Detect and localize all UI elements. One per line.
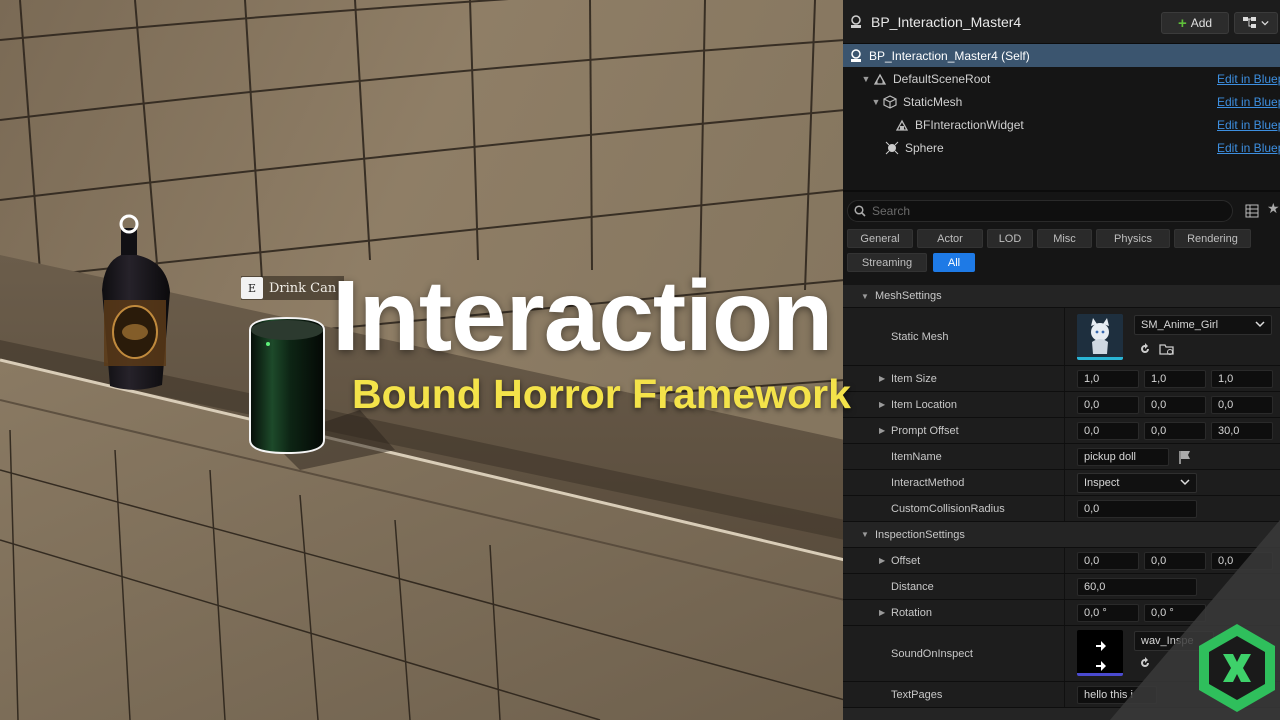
- dropdown-value: SM_Anime_Girl: [1141, 319, 1219, 331]
- category-label: InspectionSettings: [875, 528, 965, 541]
- chevron-down-icon: [1180, 479, 1190, 486]
- component-name: BFInteractionWidget: [915, 117, 1024, 132]
- prompt-offset-y[interactable]: 0,0: [1144, 422, 1206, 440]
- widget-component-icon: [895, 119, 909, 131]
- edit-in-blueprint-link[interactable]: Edit in Bluep: [1217, 141, 1280, 155]
- prompt-offset-z[interactable]: 30,0: [1211, 422, 1273, 440]
- prop-label: Rotation: [891, 606, 932, 619]
- item-location-z[interactable]: 0,0: [1211, 396, 1273, 414]
- edit-in-blueprint-link[interactable]: Edit in Bluep: [1217, 72, 1280, 86]
- add-button-label: Add: [1190, 16, 1213, 30]
- expand-arrow-icon[interactable]: ▶: [879, 548, 885, 573]
- prop-label: Offset: [891, 554, 921, 567]
- edit-in-blueprint-link[interactable]: Edit in Bluep: [1217, 118, 1280, 132]
- interact-method-dropdown[interactable]: Inspect: [1077, 473, 1197, 493]
- flag-icon[interactable]: [1177, 449, 1193, 465]
- prop-label: SoundOnInspect: [891, 647, 973, 660]
- expand-arrow-icon[interactable]: ▶: [879, 366, 885, 391]
- prop-label: Item Location: [891, 398, 958, 411]
- category-mesh-settings[interactable]: ▼ MeshSettings: [843, 285, 1280, 308]
- collapse-arrow-icon[interactable]: ▼: [861, 522, 869, 547]
- component-self[interactable]: BP_Interaction_Master4 (Self): [843, 44, 1280, 67]
- prop-static-mesh: Static Mesh SM_Anime_Girl: [843, 308, 1280, 366]
- prop-label: Distance: [891, 580, 934, 593]
- mesh-thumbnail[interactable]: [1077, 314, 1123, 360]
- expand-arrow-icon[interactable]: ▶: [879, 600, 885, 625]
- expand-arrow-icon[interactable]: ▶: [879, 418, 885, 443]
- static-mesh-dropdown[interactable]: SM_Anime_Girl: [1134, 315, 1272, 335]
- prop-label: TextPages: [891, 688, 943, 701]
- blueprint-icon: [851, 14, 861, 28]
- filter-all[interactable]: All: [933, 253, 975, 272]
- chevron-down-icon: [1255, 321, 1265, 328]
- prop-label: Prompt Offset: [891, 424, 959, 437]
- item-location-y[interactable]: 0,0: [1144, 396, 1206, 414]
- expand-arrow-icon[interactable]: ▶: [879, 392, 885, 417]
- hierarchy-icon: [1243, 17, 1256, 28]
- item-size-x[interactable]: 1,0: [1077, 370, 1139, 388]
- component-tree: BP_Interaction_Master4 (Self) ▼ DefaultS…: [843, 44, 1280, 159]
- reset-arrow-icon[interactable]: [1137, 341, 1153, 357]
- dropdown-value: Inspect: [1084, 477, 1120, 489]
- interaction-prompt: E Drink Can: [241, 276, 345, 300]
- component-default-scene-root[interactable]: ▼ DefaultSceneRoot Edit in Bluep: [843, 67, 1280, 90]
- edit-in-blueprint-link[interactable]: Edit in Bluep: [1217, 95, 1280, 109]
- overlay-subtitle: Bound Horror Framework: [352, 371, 851, 417]
- component-name: DefaultSceneRoot: [893, 71, 991, 86]
- hierarchy-options-button[interactable]: [1234, 12, 1278, 34]
- static-mesh-icon: [883, 94, 897, 109]
- star-icon[interactable]: ★: [1267, 200, 1280, 217]
- collapse-arrow-icon[interactable]: ▼: [871, 97, 881, 107]
- channel-logo: [1110, 520, 1280, 720]
- collapse-arrow-icon[interactable]: ▼: [861, 74, 871, 84]
- filter-streaming[interactable]: Streaming: [847, 253, 927, 272]
- item-size-z[interactable]: 1,0: [1211, 370, 1273, 388]
- filter-lod[interactable]: LOD: [987, 229, 1033, 248]
- component-bf-interaction-widget[interactable]: BFInteractionWidget Edit in Bluep: [843, 113, 1280, 136]
- add-component-button[interactable]: + Add: [1161, 12, 1229, 34]
- search-icon: [854, 205, 866, 217]
- prop-label: CustomCollisionRadius: [891, 502, 1005, 515]
- browse-folder-icon[interactable]: [1159, 341, 1175, 357]
- prop-item-location: ▶ Item Location 0,0 0,0 0,0: [843, 392, 1280, 418]
- prompt-offset-x[interactable]: 0,0: [1077, 422, 1139, 440]
- sphere-collision-icon: [885, 141, 899, 154]
- item-size-y[interactable]: 1,0: [1144, 370, 1206, 388]
- filter-physics[interactable]: Physics: [1096, 229, 1170, 248]
- prop-item-name: ItemName pickup doll: [843, 444, 1280, 470]
- prompt-text: Drink Can: [269, 280, 337, 296]
- filter-misc[interactable]: Misc: [1037, 229, 1092, 248]
- prop-label: ItemName: [891, 450, 942, 463]
- prop-label: InteractMethod: [891, 476, 965, 489]
- item-location-x[interactable]: 0,0: [1077, 396, 1139, 414]
- category-label: MeshSettings: [875, 290, 942, 302]
- search-input[interactable]: [872, 204, 1202, 218]
- prompt-key-badge: E: [241, 277, 263, 299]
- overlay-title: Interaction: [332, 260, 833, 372]
- component-sphere[interactable]: Sphere Edit in Bluep: [843, 136, 1280, 159]
- prop-label: Static Mesh: [891, 330, 949, 343]
- prop-prompt-offset: ▶ Prompt Offset 0,0 0,0 30,0: [843, 418, 1280, 444]
- details-search[interactable]: [847, 200, 1233, 222]
- prop-interact-method: InteractMethod Inspect: [843, 470, 1280, 496]
- scene-root-icon: [873, 73, 887, 85]
- filter-rendering[interactable]: Rendering: [1174, 229, 1251, 248]
- chevron-down-icon: [1261, 20, 1269, 26]
- plus-icon: +: [1177, 14, 1187, 32]
- blueprint-icon: [851, 48, 861, 62]
- component-name: Sphere: [905, 140, 944, 155]
- collapse-arrow-icon[interactable]: ▼: [861, 285, 869, 307]
- blueprint-title: BP_Interaction_Master4: [871, 13, 1022, 30]
- component-name: StaticMesh: [903, 94, 963, 109]
- item-name-input[interactable]: pickup doll: [1077, 448, 1169, 466]
- filter-actor[interactable]: Actor: [917, 229, 983, 248]
- component-static-mesh[interactable]: ▼ StaticMesh Edit in Bluep: [843, 90, 1280, 113]
- filter-general[interactable]: General: [847, 229, 913, 248]
- prop-label: Item Size: [891, 372, 937, 385]
- component-name: BP_Interaction_Master4 (Self): [869, 48, 1030, 63]
- anime-girl-thumbnail-icon: [1077, 314, 1123, 357]
- prop-item-size: ▶ Item Size 1,0 1,0 1,0: [843, 366, 1280, 392]
- table-view-icon[interactable]: [1245, 204, 1259, 218]
